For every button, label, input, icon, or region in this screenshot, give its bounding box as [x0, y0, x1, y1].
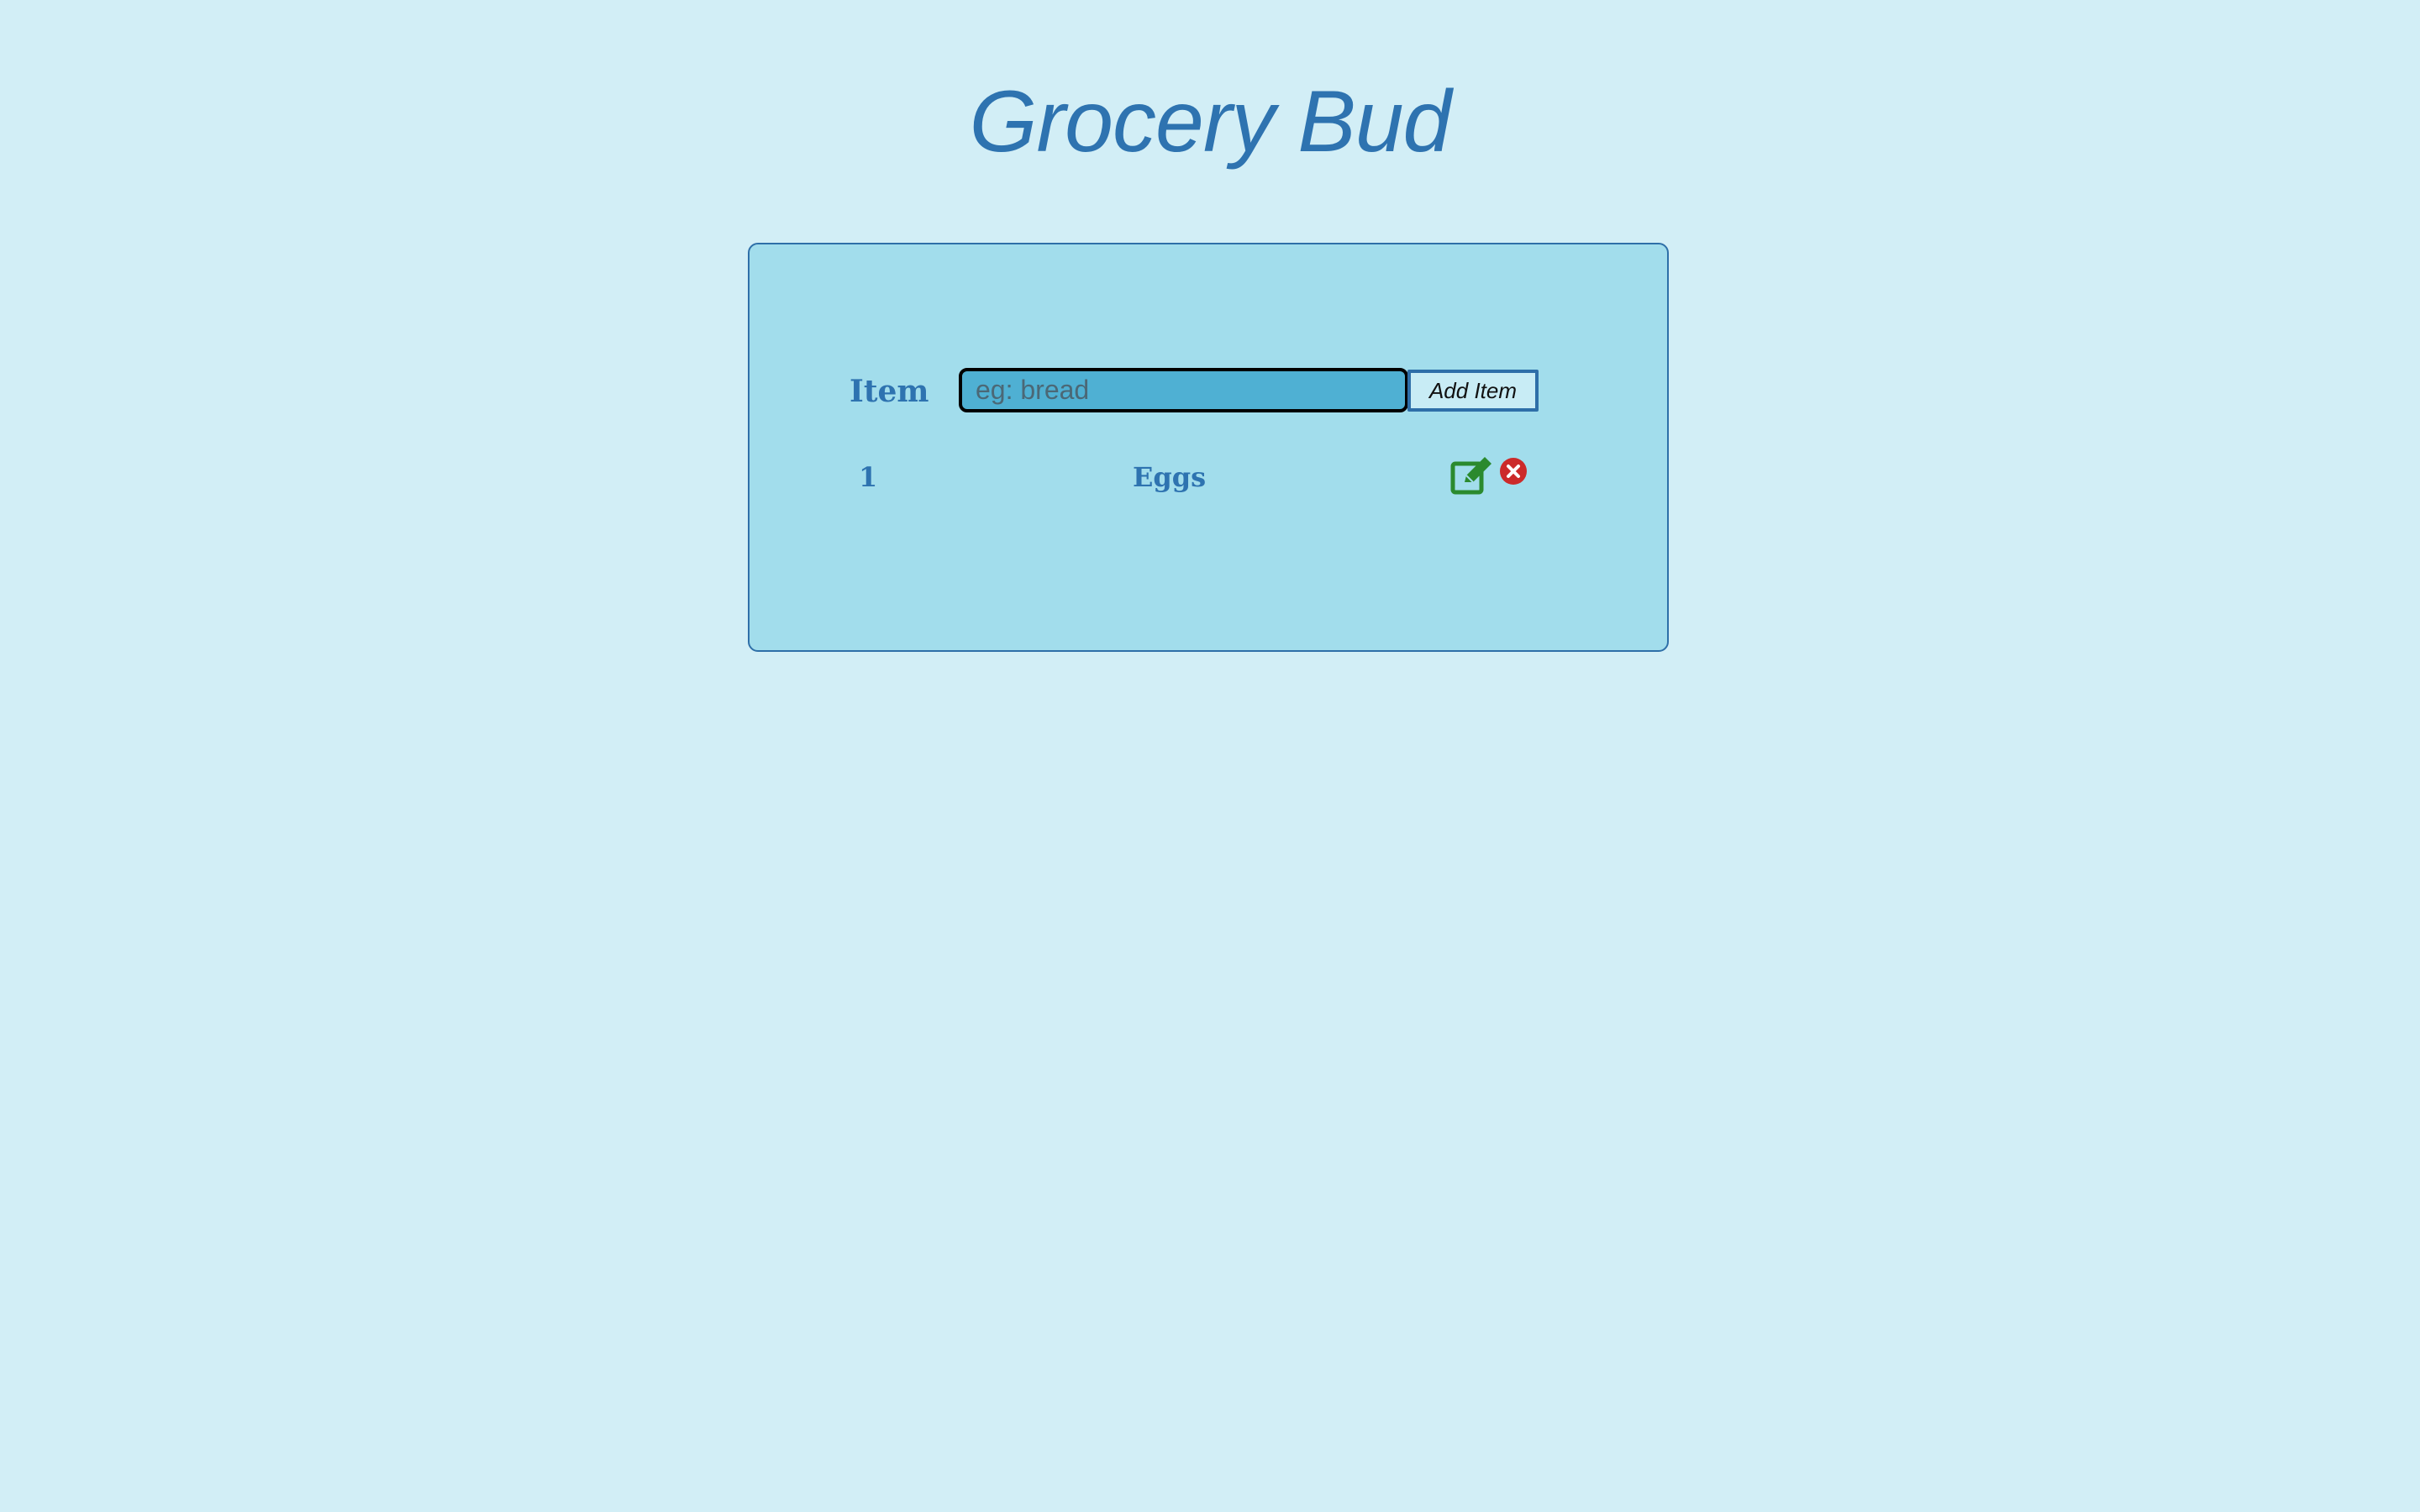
- delete-icon[interactable]: [1499, 457, 1528, 486]
- edit-icon[interactable]: [1449, 454, 1493, 497]
- list-item-name: Eggs: [1133, 461, 1207, 493]
- page-title: Grocery Bud: [969, 73, 1452, 171]
- list-item: 1 Eggs: [840, 454, 1563, 501]
- add-item-button[interactable]: Add Item: [1407, 370, 1539, 412]
- list-item-index: 1: [859, 461, 878, 493]
- grocery-card: [748, 243, 1669, 652]
- item-label: Item: [850, 374, 929, 409]
- item-input[interactable]: [959, 368, 1408, 412]
